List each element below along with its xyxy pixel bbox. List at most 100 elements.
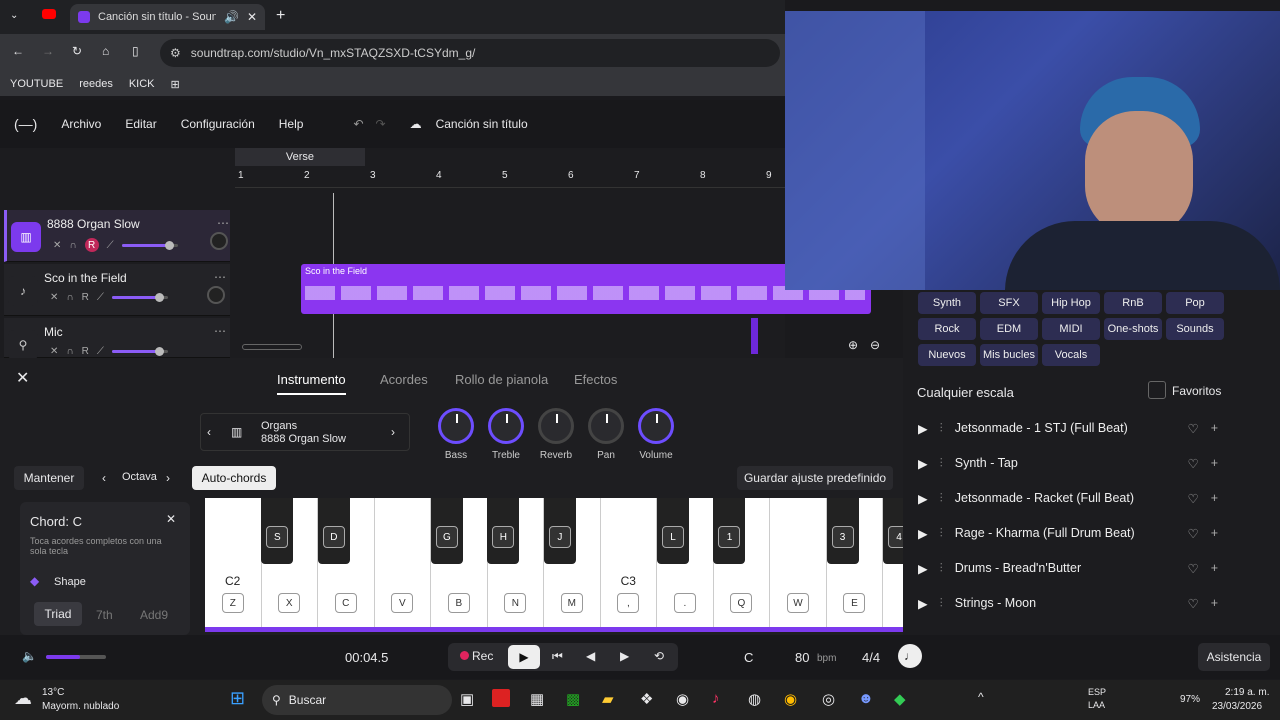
redo-icon[interactable]: ↷: [376, 117, 386, 131]
forward-icon[interactable]: ▶: [620, 649, 629, 663]
close-tab-icon[interactable]: ✕: [247, 10, 257, 24]
new-tab-icon[interactable]: +: [276, 7, 285, 25]
mute-icon[interactable]: ✕: [50, 292, 58, 303]
add-icon[interactable]: +: [1211, 491, 1218, 505]
play-icon[interactable]: ▶: [918, 596, 928, 611]
mantener-button[interactable]: Mantener: [14, 466, 84, 490]
category-chip[interactable]: Rock: [918, 318, 976, 340]
weather-icon[interactable]: ☁: [14, 688, 32, 709]
track-row[interactable]: ▥ 8888 Organ Slow ⋯ ✕ ∩ R ⟋: [4, 210, 230, 262]
horizontal-scrollbar[interactable]: [242, 344, 302, 350]
loop-icon[interactable]: ⟲: [654, 649, 664, 663]
task-view-icon[interactable]: ▣: [460, 690, 474, 708]
clock-time[interactable]: 2:19 a. m.: [1225, 687, 1269, 698]
app-icon[interactable]: ◍: [748, 690, 761, 708]
piano-keyboard[interactable]: Z X C V B N M,. Q W E S D G H J L 1 3 4 C2 C3: [205, 498, 916, 632]
tray-chevron-icon[interactable]: ^: [978, 690, 984, 704]
mute-icon[interactable]: ✕: [53, 240, 61, 251]
white-key[interactable]: W: [770, 498, 827, 627]
tab-efectos[interactable]: Efectos: [574, 372, 617, 387]
record-arm-button[interactable]: R: [82, 346, 89, 357]
loop-item[interactable]: ▶ ⫶ Jetsonmade - 1 STJ (Full Beat) ♡ +: [918, 411, 1218, 445]
rec-button[interactable]: Rec: [472, 649, 493, 663]
chrome-icon[interactable]: ◉: [784, 690, 797, 708]
add-icon[interactable]: +: [1211, 526, 1218, 540]
automation-icon[interactable]: ⟋: [107, 240, 114, 251]
black-key[interactable]: G: [430, 498, 463, 564]
menu-configuracion[interactable]: Configuración: [181, 117, 255, 131]
instrument-selector[interactable]: ‹ ▥ Organs 8888 Organ Slow ›: [200, 413, 410, 451]
back-icon[interactable]: ←: [12, 44, 24, 58]
lang-2[interactable]: LAA: [1088, 700, 1105, 710]
app-icon[interactable]: ◉: [676, 690, 689, 708]
black-key[interactable]: 1: [713, 498, 746, 564]
folder-icon[interactable]: ▰: [602, 690, 614, 708]
pan-knob[interactable]: [207, 286, 225, 304]
volume-slider[interactable]: [111, 293, 168, 302]
headphones-icon[interactable]: ∩: [66, 292, 73, 303]
meter-display[interactable]: 4/4: [862, 650, 880, 665]
knob-pan[interactable]: Pan: [586, 408, 626, 461]
skip-start-icon[interactable]: ⏮: [552, 649, 563, 664]
octave-up-icon[interactable]: ›: [166, 471, 170, 485]
loop-item[interactable]: ▶ ⫶ Strings - Moon ♡ +: [918, 586, 1218, 620]
add-icon[interactable]: +: [1211, 561, 1218, 575]
octave-down-icon[interactable]: ‹: [102, 471, 106, 485]
shape-add9[interactable]: Add9: [140, 608, 168, 622]
heart-icon[interactable]: ♡: [1187, 596, 1198, 611]
rewind-icon[interactable]: ◀: [586, 649, 595, 663]
automation-icon[interactable]: ⟋: [97, 292, 104, 303]
category-chip[interactable]: Nuevos: [918, 344, 976, 366]
black-key[interactable]: S: [261, 498, 294, 564]
tab-instrumento[interactable]: Instrumento: [277, 372, 346, 395]
more-icon[interactable]: ⋯: [217, 216, 229, 230]
app-icon[interactable]: ◆: [894, 690, 906, 708]
close-panel-icon[interactable]: ✕: [16, 368, 29, 388]
master-volume-slider[interactable]: [46, 655, 106, 659]
loop-item[interactable]: ▶ ⫶ Synth - Tap ♡ +: [918, 446, 1218, 480]
undo-icon[interactable]: ↶: [353, 117, 363, 131]
soundtrap-logo-icon[interactable]: (—): [14, 116, 37, 132]
category-chip[interactable]: MIDI: [1042, 318, 1100, 340]
chevron-right-icon[interactable]: ›: [391, 425, 395, 439]
tiktok-icon[interactable]: ♪: [712, 690, 720, 707]
knob-dial[interactable]: [438, 408, 474, 444]
url-field[interactable]: ⚙ soundtrap.com/studio/Vn_mxSTAQZSXD-tCS…: [160, 39, 780, 67]
site-info-icon[interactable]: ⚙: [170, 46, 181, 60]
forward-icon[interactable]: →: [42, 44, 54, 58]
category-chip[interactable]: Synth: [918, 292, 976, 314]
tab-acordes[interactable]: Acordes: [380, 372, 428, 387]
youtube-icon[interactable]: [42, 9, 56, 19]
more-icon[interactable]: ⋯: [214, 324, 226, 338]
close-chord-icon[interactable]: ✕: [166, 512, 176, 526]
knob-volume[interactable]: Volume: [636, 408, 676, 461]
black-key[interactable]: D: [317, 498, 350, 564]
favorites-checkbox[interactable]: [1148, 381, 1166, 399]
loop-item[interactable]: ▶ ⫶ Drums - Bread'n'Butter ♡ +: [918, 551, 1218, 585]
category-chip[interactable]: One-shots: [1104, 318, 1162, 340]
bookmark-kick[interactable]: KICK: [129, 78, 155, 90]
knob-dial[interactable]: [488, 408, 524, 444]
black-key[interactable]: J: [543, 498, 576, 564]
menu-editar[interactable]: Editar: [125, 117, 156, 131]
pan-knob[interactable]: [210, 232, 228, 250]
record-arm-button[interactable]: R: [82, 292, 89, 303]
zoom-out-icon[interactable]: ⊖: [870, 338, 880, 352]
volume-slider[interactable]: [111, 347, 168, 356]
tab-list-icon[interactable]: ⌄: [10, 10, 18, 21]
play-button[interactable]: ▶: [508, 645, 540, 669]
headphones-icon[interactable]: ∩: [69, 240, 76, 251]
reload-icon[interactable]: ↻: [72, 44, 82, 58]
song-title[interactable]: Canción sin título: [436, 117, 528, 131]
play-icon[interactable]: ▶: [918, 421, 928, 436]
play-icon[interactable]: ▶: [918, 491, 928, 506]
mic-clip[interactable]: [751, 318, 758, 354]
category-chip[interactable]: RnB: [1104, 292, 1162, 314]
knob-bass[interactable]: Bass: [436, 408, 476, 461]
more-icon[interactable]: ⋯: [214, 270, 226, 284]
category-chip[interactable]: Sounds: [1166, 318, 1224, 340]
shape-7th[interactable]: 7th: [96, 608, 113, 622]
record-arm-button[interactable]: R: [84, 238, 99, 252]
add-icon[interactable]: +: [1211, 421, 1218, 435]
heart-icon[interactable]: ♡: [1187, 456, 1198, 471]
